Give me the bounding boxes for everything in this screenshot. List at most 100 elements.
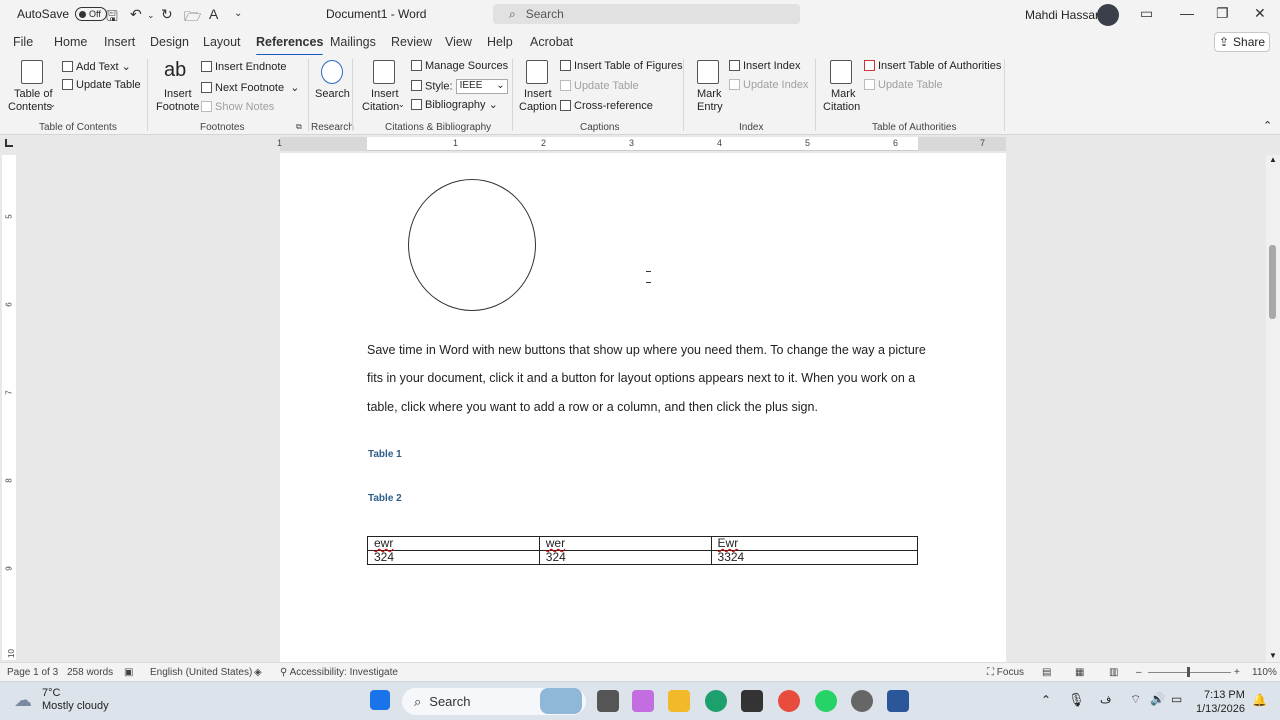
table-cell[interactable]: 324 [538, 550, 712, 565]
scroll-up-icon[interactable]: ▲ [1269, 155, 1277, 164]
update-index-button[interactable]: Update Index [729, 79, 808, 91]
tab-review[interactable]: Review [391, 35, 432, 49]
undo-icon[interactable]: ↶ [130, 6, 142, 23]
document-page[interactable]: Save time in Word with new buttons that … [280, 153, 1006, 663]
tab-layout[interactable]: Layout [203, 35, 241, 49]
tab-help[interactable]: Help [487, 35, 513, 49]
zoom-in-icon[interactable]: + [1234, 667, 1240, 678]
manage-sources-button[interactable]: Manage Sources [411, 60, 508, 72]
autosave-control[interactable]: AutoSave Off [17, 7, 108, 21]
chrome-icon[interactable] [778, 690, 800, 712]
text-predictions-icon[interactable]: ◈ [254, 667, 262, 678]
read-aloud-icon[interactable]: A [209, 6, 218, 22]
table-cell[interactable]: Ewr [710, 536, 919, 551]
tab-mailings[interactable]: Mailings [330, 35, 376, 49]
update-authorities-table-button[interactable]: Update Table [864, 79, 943, 91]
style-dropdown[interactable]: IEEE ⌄ [455, 79, 508, 94]
share-button[interactable]: ⇪ Share [1214, 32, 1270, 52]
tab-view[interactable]: View [445, 35, 472, 49]
cross-reference-button[interactable]: Cross-reference [560, 100, 653, 112]
focus-mode[interactable]: ⛶ Focus [987, 667, 1024, 678]
input-language-icon[interactable]: ف [1100, 693, 1111, 706]
app-icon[interactable] [741, 690, 763, 712]
task-view-icon[interactable] [597, 690, 619, 712]
avatar[interactable] [1097, 4, 1119, 26]
weather-widget[interactable]: 7°C Mostly cloudy [42, 687, 109, 713]
weather-icon[interactable]: ☁ [14, 690, 32, 711]
tab-file[interactable]: File [13, 35, 33, 49]
user-name[interactable]: Mahdi Hassani [1025, 8, 1104, 22]
word-count[interactable]: 258 words [67, 667, 113, 678]
zoom-level[interactable]: 110% [1252, 667, 1277, 678]
show-notes-button[interactable]: Show Notes [201, 101, 274, 113]
title-search-box[interactable]: ⌕ Search [493, 4, 800, 24]
battery-icon[interactable]: ▭ [1171, 692, 1182, 706]
scrollbar-thumb[interactable] [1269, 245, 1276, 319]
whatsapp-icon[interactable] [815, 690, 837, 712]
tab-home[interactable]: Home [54, 35, 87, 49]
style-selector[interactable]: Style: IEEE ⌄ [411, 79, 508, 94]
settings-icon[interactable] [851, 690, 873, 712]
add-text-button[interactable]: Add Text ⌄ [62, 60, 131, 73]
undo-dropdown-icon[interactable]: ⌄ [147, 10, 155, 21]
zoom-slider-thumb[interactable] [1187, 667, 1190, 677]
close-icon[interactable]: ✕ [1254, 5, 1266, 22]
collapse-ribbon-icon[interactable]: ⌃ [1263, 119, 1272, 132]
tab-insert[interactable]: Insert [104, 35, 135, 49]
ribbon-display-icon[interactable]: ▭ [1140, 5, 1153, 22]
accessibility-status[interactable]: ⚲ Accessibility: Investigate [280, 667, 398, 678]
web-layout-icon[interactable]: ▥ [1109, 667, 1118, 678]
vertical-scrollbar[interactable]: ▲ ▼ [1266, 155, 1280, 663]
tab-acrobat[interactable]: Acrobat [530, 35, 573, 49]
insert-table-of-authorities-button[interactable]: Insert Table of Authorities [864, 60, 1001, 72]
caption-table-2[interactable]: Table 2 [368, 493, 402, 504]
clock[interactable]: 7:13 PM 1/13/2026 [1196, 688, 1245, 716]
edge-icon[interactable] [705, 690, 727, 712]
copilot-icon[interactable] [632, 690, 654, 712]
update-figures-table-button[interactable]: Update Table [560, 80, 639, 92]
file-explorer-icon[interactable] [668, 690, 690, 712]
proofing-icon[interactable]: ▣ [124, 667, 133, 678]
notifications-icon[interactable]: 🔔 [1252, 693, 1267, 707]
next-footnote-button[interactable]: Next Footnote ⌄ [201, 81, 299, 94]
print-layout-icon[interactable]: ▦ [1075, 667, 1084, 678]
body-paragraph[interactable]: Save time in Word with new buttons that … [367, 336, 927, 421]
customize-qat-icon[interactable]: ⌄ [234, 8, 242, 19]
minimize-icon[interactable]: — [1180, 5, 1194, 21]
tab-design[interactable]: Design [150, 35, 189, 49]
table-cell[interactable]: wer [538, 536, 712, 551]
table-cell[interactable]: ewr [367, 536, 540, 551]
update-table-button[interactable]: Update Table [62, 79, 141, 91]
save-icon[interactable]: 🖫 [106, 6, 118, 30]
chevron-up-icon[interactable]: ⌃ [1041, 693, 1051, 707]
caption-table-1[interactable]: Table 1 [368, 449, 402, 460]
zoom-out-icon[interactable]: – [1136, 667, 1142, 678]
insert-table-of-figures-button[interactable]: Insert Table of Figures [560, 60, 683, 72]
open-icon[interactable]: 🗁 [184, 6, 201, 30]
redo-icon[interactable]: ↻ [161, 6, 173, 23]
microphone-icon[interactable]: 🎙 [1068, 692, 1085, 708]
autosave-toggle[interactable]: Off [75, 7, 108, 21]
tab-selector-icon[interactable] [5, 139, 13, 147]
restore-icon[interactable]: ❐ [1216, 5, 1229, 22]
volume-icon[interactable]: 🔊 [1150, 692, 1165, 706]
circle-shape[interactable] [408, 179, 536, 311]
table-cell[interactable]: 3324 [710, 550, 919, 565]
scroll-down-icon[interactable]: ▼ [1269, 651, 1277, 660]
read-mode-icon[interactable]: ▤ [1042, 667, 1051, 678]
table-cell[interactable]: 324 [367, 550, 540, 565]
wifi-icon[interactable]: ⌔ [1130, 692, 1141, 707]
group-label-citations: Citations & Bibliography [385, 122, 492, 133]
windows-start-icon[interactable] [370, 690, 390, 710]
language[interactable]: English (United States) [150, 667, 252, 678]
bibliography-button[interactable]: Bibliography ⌄ [411, 98, 498, 111]
insert-endnote-button[interactable]: Insert Endnote [201, 61, 287, 73]
insert-index-button[interactable]: Insert Index [729, 60, 800, 72]
page-count[interactable]: Page 1 of 3 [7, 667, 58, 678]
word-app-icon[interactable] [887, 690, 909, 712]
vertical-ruler[interactable]: 5 6 7 8 9 10 [2, 155, 16, 660]
dialog-launcher-icon[interactable]: ⧉ [296, 122, 302, 132]
document-table[interactable]: ewr wer Ewr 324 324 3324 [367, 536, 919, 565]
tab-references[interactable]: References [256, 35, 324, 57]
horizontal-ruler[interactable]: 1 1 2 3 4 5 6 7 [277, 137, 1006, 151]
